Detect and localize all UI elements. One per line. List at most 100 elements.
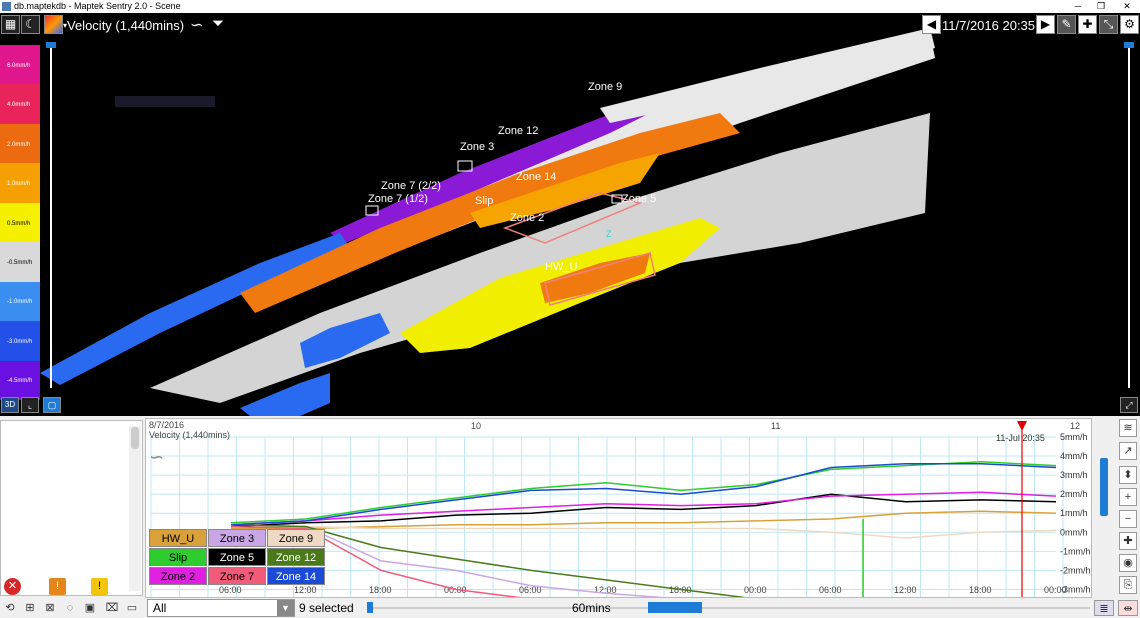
- restore-button[interactable]: ❐: [1091, 0, 1111, 13]
- x-hour-label: 00:00: [1044, 585, 1067, 595]
- opacity-slider-track[interactable]: [50, 43, 52, 388]
- colour-legend: 6.0mm/h 4.0mm/h 2.0mm/h 1.0mm/h 0.5mm/h -0.5m…: [0, 45, 40, 400]
- zoom-out-icon[interactable]: −: [1119, 510, 1137, 528]
- velocity-chart[interactable]: 5mm/h 4mm/h 3mm/h 2mm/h 1mm/h 0mm/h -1mm/h -2mm…: [145, 418, 1092, 598]
- export-icon[interactable]: ⎘: [1119, 576, 1137, 594]
- right-slider-track[interactable]: [1128, 43, 1130, 388]
- add-point-icon[interactable]: ✚: [1119, 532, 1137, 550]
- close-window-button[interactable]: ✕: [1117, 0, 1137, 13]
- zone-label[interactable]: Zone 12: [498, 125, 538, 137]
- lasso-icon[interactable]: ◌: [62, 600, 78, 616]
- chart-type-icon[interactable]: ≋: [1119, 419, 1137, 437]
- time-cursor-marker: [1017, 421, 1027, 431]
- ortho-view-button[interactable]: ▢: [43, 397, 61, 413]
- pencil-icon[interactable]: ✎: [1057, 15, 1076, 34]
- select-all-icon[interactable]: ⊞: [22, 600, 38, 616]
- scene-view[interactable]: ▦ ☾ ▾ Velocity (1,440mins) ∽ ⏷ ◀ 11/7/20…: [0, 13, 1140, 416]
- zone-label[interactable]: Zone 14: [516, 171, 556, 183]
- zone-toggle-button[interactable]: Zone 3: [208, 529, 266, 547]
- point-cloud: [40, 28, 935, 416]
- legend-label: -4.5mm/h: [7, 378, 33, 385]
- zone-toggle-button[interactable]: Zone 7: [208, 567, 266, 585]
- zone-label[interactable]: Zone 9: [588, 81, 622, 93]
- layers-icon[interactable]: ▦: [1, 15, 20, 34]
- y-tick-label: 4mm/h: [1060, 451, 1088, 461]
- zone-toggle-button[interactable]: Zone 2: [149, 567, 207, 585]
- y-tick-label: 2mm/h: [1060, 489, 1088, 499]
- deselect-icon[interactable]: ⊠: [42, 600, 58, 616]
- zone-toggle-button[interactable]: HW_U: [149, 529, 207, 547]
- measure-icon[interactable]: ⤡: [1099, 15, 1118, 34]
- range-start-handle[interactable]: [367, 602, 373, 613]
- time-range-track[interactable]: [368, 607, 1090, 609]
- notification-scrollbar[interactable]: [129, 426, 141, 591]
- chart-start-date: 8/7/2016: [149, 420, 185, 430]
- y-tick-label: 0mm/h: [1060, 527, 1088, 537]
- hide-icon[interactable]: ▣: [82, 600, 98, 616]
- orange-warning-status[interactable]: ! 0: [49, 577, 66, 612]
- settings-gear-icon[interactable]: ⚙: [1120, 15, 1139, 34]
- next-time-button[interactable]: ▶: [1036, 15, 1055, 34]
- reset-icon[interactable]: ⟲: [2, 600, 18, 616]
- night-mode-icon[interactable]: ☾: [21, 15, 40, 34]
- delete-icon[interactable]: ⌧: [104, 600, 120, 616]
- zone-label[interactable]: Slip: [475, 195, 493, 207]
- zone-toggle-button[interactable]: Slip: [149, 548, 207, 566]
- right-slider-handle[interactable]: [1124, 42, 1134, 48]
- fullscreen-icon[interactable]: ⤢: [1120, 397, 1138, 413]
- chart-vertical-scroll[interactable]: [1100, 458, 1108, 516]
- colour-scheme-icon[interactable]: [44, 15, 63, 34]
- chevron-down-icon[interactable]: ▼: [277, 600, 294, 616]
- zone-filter-select[interactable]: All ▼: [147, 599, 295, 617]
- trend-icon[interactable]: ∽: [190, 15, 203, 35]
- legend-swatch: 1.0mm/h: [0, 163, 40, 203]
- zone-toggle-button[interactable]: Zone 12: [267, 548, 325, 566]
- legend-label: 4.0mm/h: [7, 102, 31, 109]
- legend-swatch: 6.0mm/h: [0, 45, 40, 85]
- range-window-handle[interactable]: [648, 602, 702, 613]
- expand-icon[interactable]: ↗: [1119, 442, 1137, 460]
- minimize-button[interactable]: ─: [1068, 0, 1088, 13]
- timeline-icon[interactable]: ⇹: [1118, 600, 1138, 616]
- yellow-warning-status[interactable]: ! 0: [91, 577, 108, 612]
- zone-label[interactable]: Zone 5: [622, 193, 656, 205]
- x-day-label: 11: [771, 421, 780, 431]
- window-title: db.maptekdb - Maptek Sentry 2.0 - Scene: [14, 1, 181, 11]
- legend-label: 1.0mm/h: [7, 181, 31, 188]
- series-line: [230, 525, 522, 597]
- 3d-view-button[interactable]: 3D: [1, 397, 19, 413]
- eye-icon[interactable]: ◉: [1119, 554, 1137, 572]
- filter-icon[interactable]: ⏷: [212, 15, 224, 32]
- opacity-slider-handle[interactable]: [46, 42, 56, 48]
- bottom-toolbar: ⟲ ⊞ ⊠ ◌ ▣ ⌧ ▭ All ▼ 9 selected 60mins ≣ ⇹: [0, 598, 1140, 618]
- y-tick-label: -1mm/h: [1060, 546, 1091, 556]
- filter-value: All: [153, 601, 167, 615]
- zoom-fit-icon[interactable]: ⬍: [1119, 466, 1137, 484]
- z-axis-label: Z: [606, 229, 612, 239]
- zone-toggle-button[interactable]: Zone 5: [208, 548, 266, 566]
- zoom-in-icon[interactable]: +: [1119, 488, 1137, 506]
- window-icon[interactable]: ▭: [124, 600, 140, 616]
- error-icon: ✕: [4, 577, 21, 595]
- chart-layout-icon[interactable]: ≣: [1094, 600, 1114, 616]
- add-icon[interactable]: ✚: [1078, 15, 1097, 34]
- x-hour-label: 00:00: [744, 585, 767, 595]
- y-tick-label: 5mm/h: [1060, 432, 1088, 442]
- zone-label[interactable]: Zone 7 (1/2): [368, 193, 428, 205]
- x-hour-label: 12:00: [894, 585, 917, 595]
- zone-label[interactable]: Zone 3: [460, 141, 494, 153]
- zone-label[interactable]: HW_U: [545, 261, 577, 273]
- x-hour-label: 18:00: [369, 585, 392, 595]
- zone-label[interactable]: Zone 7 (2/2): [381, 180, 441, 192]
- previous-time-button[interactable]: ◀: [922, 15, 941, 34]
- x-hour-label: 18:00: [969, 585, 992, 595]
- legend-label: 6.0mm/h: [7, 62, 31, 69]
- variable-title[interactable]: Velocity (1,440mins): [67, 18, 184, 33]
- zone-label[interactable]: Zone 2: [510, 212, 544, 224]
- legend-swatch: 4.0mm/h: [0, 84, 40, 124]
- zone-toggle-button[interactable]: Zone 14: [267, 567, 325, 585]
- axes-icon[interactable]: ⌞: [21, 397, 39, 413]
- scrollbar-thumb[interactable]: [131, 427, 139, 449]
- zone-toggle-button[interactable]: Zone 9: [267, 529, 325, 547]
- error-status[interactable]: ✕ 0: [4, 577, 21, 612]
